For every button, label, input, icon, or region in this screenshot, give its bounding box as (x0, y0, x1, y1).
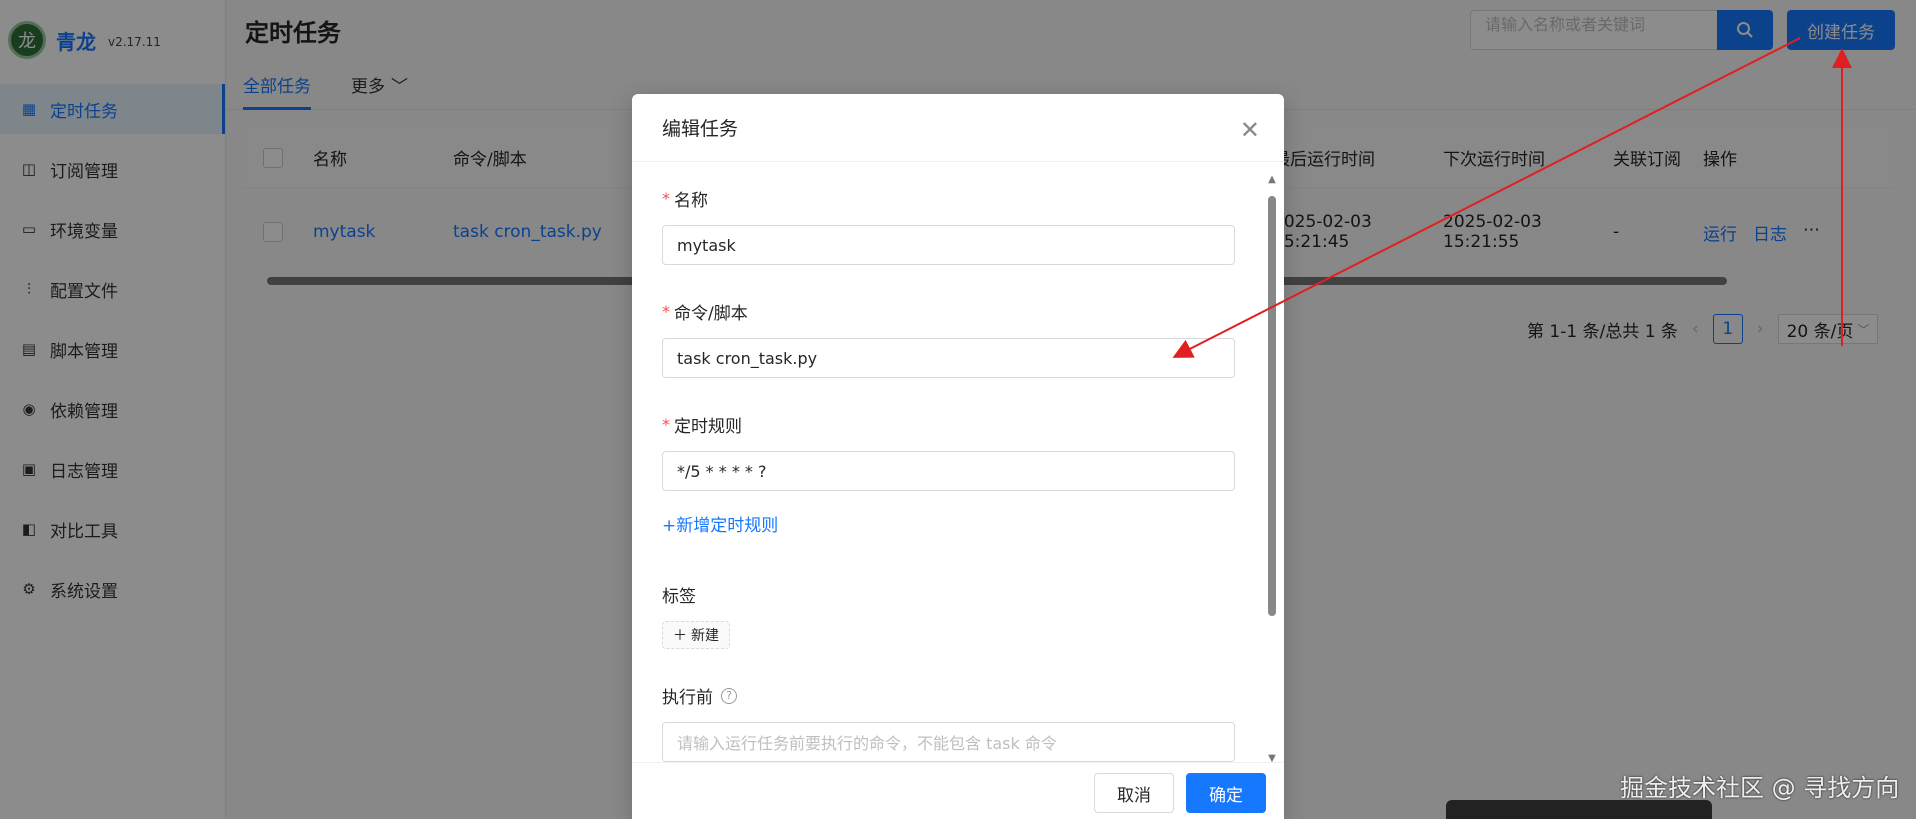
add-schedule-rule-link[interactable]: +新增定时规则 (662, 511, 1232, 536)
cancel-button[interactable]: 取消 (1094, 773, 1174, 813)
command-input[interactable]: task cron_task.py (662, 338, 1235, 378)
modal-footer: 取消 确定 (632, 762, 1284, 819)
modal-form: * 名称 mytask * 命令/脚本 task cron_task.py * … (662, 186, 1235, 796)
close-icon[interactable]: ✕ (1240, 116, 1260, 144)
tags-label: 标签 (662, 587, 696, 607)
modal-title: 编辑任务 (632, 94, 1284, 162)
before-label: 执行前 ? (662, 683, 1232, 708)
name-label-text: 名称 (674, 191, 708, 211)
before-label-text: 执行前 (662, 688, 713, 708)
tags-field-group: 标签 ＋ 新建 (662, 582, 1232, 649)
schedule-label: * 定时规则 (662, 412, 1232, 437)
watermark: 掘金技术社区 @ 寻找方向 (1620, 774, 1900, 802)
plus-icon: ＋ (673, 628, 687, 644)
name-input[interactable]: mytask (662, 225, 1235, 265)
schedule-field-group: * 定时规则 */5 * * * * ? (662, 412, 1235, 491)
command-label: * 命令/脚本 (662, 299, 1232, 324)
name-label: * 名称 (662, 186, 1232, 211)
before-command-input[interactable]: 请输入运行任务前要执行的命令，不能包含 task 命令 (662, 722, 1235, 762)
name-field-group: * 名称 mytask (662, 186, 1235, 265)
command-field-group: * 命令/脚本 task cron_task.py (662, 299, 1235, 378)
edit-task-modal: 编辑任务 ✕ * 名称 mytask * 命令/脚本 task cron_tas… (632, 94, 1284, 819)
schedule-input[interactable]: */5 * * * * ? (662, 451, 1235, 491)
scrollbar-thumb[interactable] (1268, 196, 1276, 616)
scroll-up-arrow-icon[interactable]: ▲ (1266, 174, 1278, 185)
confirm-button[interactable]: 确定 (1186, 773, 1266, 813)
help-icon[interactable]: ? (721, 687, 737, 704)
add-tag-button[interactable]: ＋ 新建 (662, 621, 730, 649)
required-mark: * (662, 415, 670, 434)
required-mark: * (662, 302, 670, 321)
add-tag-label: 新建 (691, 628, 719, 644)
required-mark: * (662, 189, 670, 208)
before-field-group: 执行前 ? 请输入运行任务前要执行的命令，不能包含 task 命令 (662, 683, 1235, 762)
schedule-label-text: 定时规则 (674, 417, 742, 437)
command-label-text: 命令/脚本 (674, 304, 748, 324)
modal-vertical-scrollbar[interactable]: ▲ ▼ (1266, 174, 1278, 764)
